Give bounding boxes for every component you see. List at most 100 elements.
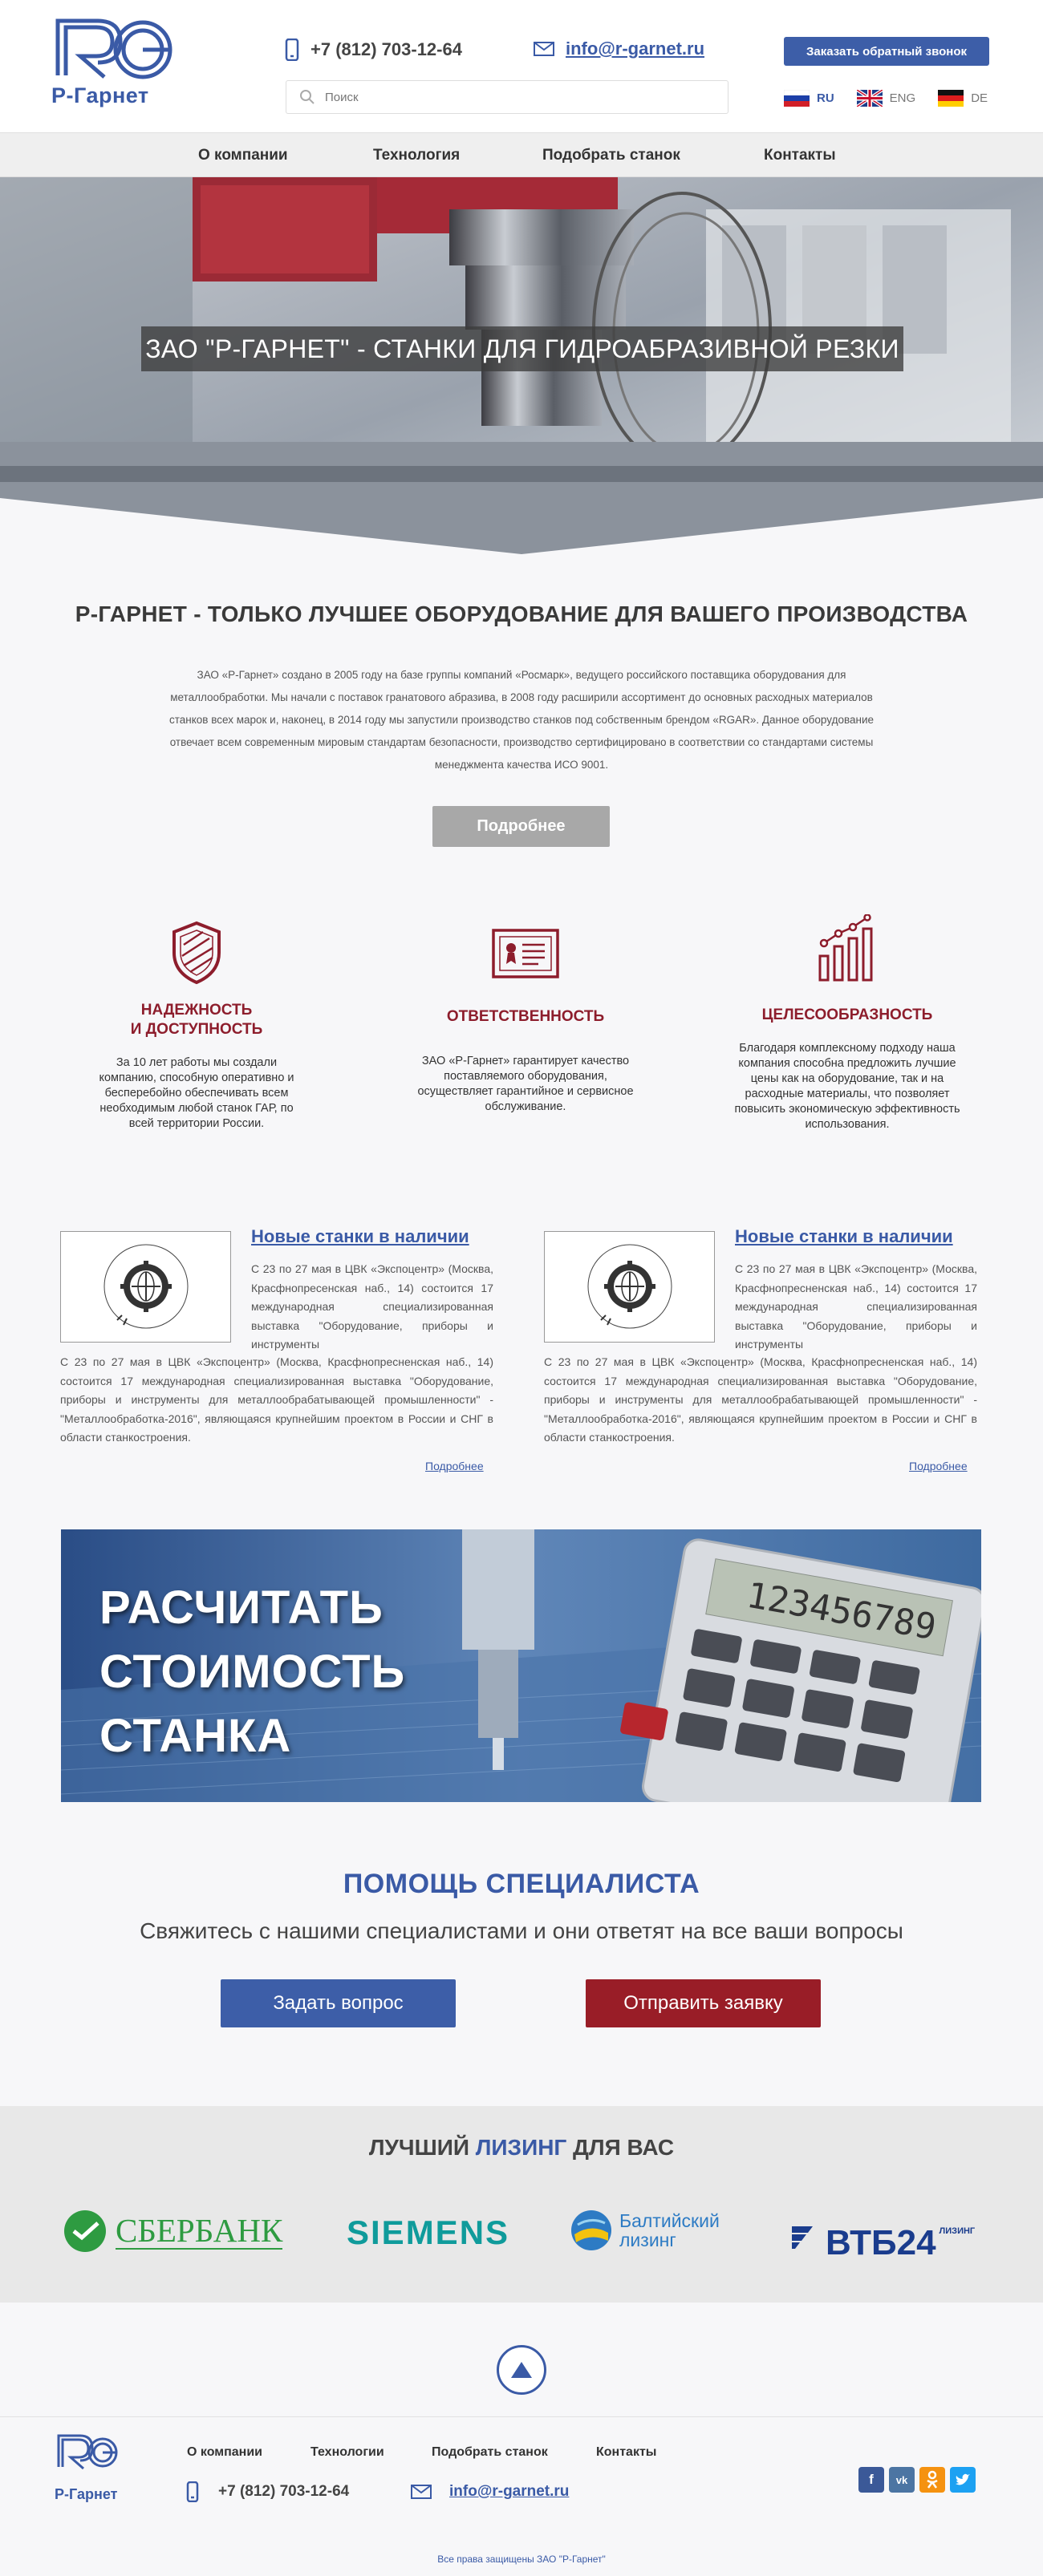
site-footer: Р-Гарнет О компании Технологии Подобрать… [0, 2416, 1043, 2576]
ok-glyph [927, 2470, 938, 2489]
flag-uk-icon [856, 90, 883, 107]
twitter-glyph [956, 2473, 970, 2485]
phone-icon [285, 38, 299, 61]
feature-title: НАДЕЖНОСТЬ И ДОСТУПНОСТЬ [76, 1001, 317, 1039]
hero-banner: ЗАО "Р-ГАРНЕТ" - СТАНКИ ДЛЯ ГИДРОАБРАЗИВ… [0, 177, 1043, 554]
feature-title: ОТВЕТСТВЕННОСТЬ [446, 1008, 605, 1025]
search-icon[interactable] [299, 89, 315, 105]
feature-title: ЦЕЛЕСООБРАЗНОСТЬ [761, 1007, 933, 1023]
help-title: ПОМОЩЬ СПЕЦИАЛИСТА [343, 1869, 700, 1899]
leasing-section: ЛУЧШИЙ ЛИЗИНГ ДЛЯ ВАС СБЕРБАНК SIEMENS Б… [0, 2106, 1043, 2303]
lang-eng-label: ENG [889, 91, 916, 105]
phone-icon [186, 2481, 199, 2502]
baltic-line1: Балтийский [619, 2210, 720, 2231]
footer-nav-select-machine[interactable]: Подобрать станок [432, 2445, 548, 2460]
news-image[interactable] [544, 1231, 715, 1343]
sberbank-text: СБЕРБАНК [116, 2212, 283, 2250]
flag-ru-icon [784, 90, 810, 107]
intro-title: Р-ГАРНЕТ - ТОЛЬКО ЛУЧШЕЕ ОБОРУДОВАНИЕ ДЛ… [75, 601, 968, 626]
facebook-icon[interactable]: f [858, 2467, 884, 2493]
hero-title: ЗАО "Р-ГАРНЕТ" - СТАНКИ ДЛЯ ГИДРОАБРАЗИВ… [141, 326, 903, 371]
search-input[interactable] [325, 90, 710, 104]
vk-icon[interactable]: vk [889, 2467, 915, 2493]
partner-vtb24[interactable]: ВТБ24 ЛИЗИНГ [790, 2210, 975, 2263]
footer-nav-contacts[interactable]: Контакты [596, 2445, 656, 2460]
lang-eng[interactable]: ENG [856, 90, 916, 107]
vtb-leasing-text: ЛИЗИНГ [939, 2226, 976, 2236]
site-header: Р-Гарнет +7 (812) 703-12-64 info@r-garne… [0, 0, 1043, 132]
calculate-cost-text: РАСЧИТАТЬ СТОИМОСТЬ СТАНКА [99, 1576, 405, 1768]
lang-ru-label: RU [817, 91, 834, 105]
callback-button[interactable]: Заказать обратный звонок [784, 37, 989, 66]
partner-baltic-leasing[interactable]: Балтийский лизинг [570, 2209, 720, 2252]
feature-text: ЗАО «Р-Гарнет» гарантирует качество пост… [417, 1055, 634, 1113]
exhibition-logo-icon [103, 1244, 189, 1329]
feature-title-line2: И ДОСТУПНОСТЬ [130, 1021, 263, 1038]
footer-logo[interactable] [55, 2433, 120, 2483]
partner-sberbank[interactable]: СБЕРБАНК [63, 2209, 283, 2254]
language-switcher: RU ENG DE [784, 90, 1010, 107]
footer-nav-about[interactable]: О компании [187, 2445, 262, 2460]
siemens-text: SIEMENS [347, 2213, 510, 2251]
leasing-title: ЛУЧШИЙ ЛИЗИНГ ДЛЯ ВАС [0, 2135, 1043, 2161]
feature-reliability: НАДЕЖНОСТЬ И ДОСТУПНОСТЬ За 10 лет работ… [76, 921, 317, 1132]
lang-de[interactable]: DE [938, 90, 988, 107]
news-more-link[interactable]: Подробнее [909, 1460, 968, 1472]
partner-siemens[interactable]: SIEMENS [347, 2213, 509, 2252]
footer-nav-technologies[interactable]: Технологии [310, 2445, 384, 2460]
vtb-logo-icon [792, 2226, 813, 2249]
footer-email[interactable]: info@r-garnet.ru [411, 2483, 569, 2501]
nav-technology[interactable]: Технология [373, 147, 460, 164]
sberbank-logo-icon [64, 2210, 106, 2252]
mail-icon [534, 42, 554, 56]
feature-title-line1: НАДЕЖНОСТЬ [140, 1002, 253, 1019]
email-link[interactable]: info@r-garnet.ru [566, 38, 704, 59]
twitter-icon[interactable] [950, 2467, 976, 2493]
news-item: Новые станки в наличии С 23 по 27 мая в … [60, 1226, 493, 1472]
nav-select-machine[interactable]: Подобрать станок [542, 147, 680, 164]
phone-text: +7 (812) 703-12-64 [310, 39, 462, 59]
send-request-button[interactable]: Отправить заявку [586, 1979, 821, 2027]
news-item: Новые станки в наличии С 23 по 27 мая в … [544, 1226, 977, 1472]
mail-icon [411, 2485, 432, 2499]
search-box[interactable] [286, 80, 728, 114]
nav-about[interactable]: О компании [198, 147, 288, 164]
vtb-text: ВТБ24 [826, 2223, 936, 2262]
baltic-leasing-text: Балтийский лизинг [619, 2211, 720, 2250]
news-image[interactable] [60, 1231, 231, 1343]
calc-line3: СТАНКА [99, 1710, 292, 1762]
news-text: С 23 по 27 мая в ЦВК «Экспоцентр» (Москв… [735, 1262, 977, 1351]
feature-responsibility: ОТВЕТСТВЕННОСТЬ ЗАО «Р-Гарнет» гарантиру… [405, 929, 646, 1115]
footer-phone-text: +7 (812) 703-12-64 [218, 2483, 350, 2500]
ask-question-button[interactable]: Задать вопрос [221, 1979, 456, 2027]
calculate-cost-banner[interactable]: 123456789 РАСЧИТАТЬ СТОИМОСТЬ СТАНКА [61, 1529, 981, 1802]
news-title[interactable]: Новые станки в наличии [251, 1226, 469, 1247]
header-email[interactable]: info@r-garnet.ru [534, 38, 704, 59]
footer-email-link[interactable]: info@r-garnet.ru [449, 2483, 569, 2501]
flag-de-icon [938, 90, 964, 107]
logo-text: Р-Гарнет [51, 83, 149, 107]
baltic-leasing-logo-icon [571, 2210, 611, 2250]
news-text: С 23 по 27 мая в ЦВК «Экспоцентр» (Москв… [251, 1262, 493, 1351]
feature-text: Благодаря комплексному подходу наша комп… [734, 1042, 960, 1131]
lang-ru[interactable]: RU [784, 90, 834, 107]
header-phone[interactable]: +7 (812) 703-12-64 [285, 38, 462, 61]
baltic-line2: лизинг [619, 2230, 676, 2250]
news-title[interactable]: Новые станки в наличии [735, 1226, 953, 1247]
leasing-title-highlight: ЛИЗИНГ [475, 2135, 567, 2160]
nav-contacts[interactable]: Контакты [764, 147, 836, 164]
growth-chart-icon [818, 914, 873, 982]
intro-text: ЗАО «Р-Гарнет» создано в 2005 году на ба… [168, 669, 874, 771]
leasing-title-pre: ЛУЧШИЙ [368, 2135, 476, 2160]
lang-de-label: DE [971, 91, 988, 105]
main-nav: О компании Технология Подобрать станок К… [0, 132, 1043, 177]
scroll-to-top-button[interactable] [497, 2345, 546, 2395]
intro-more-button[interactable]: Подробнее [432, 806, 610, 847]
news-more-link[interactable]: Подробнее [425, 1460, 484, 1472]
copyright: Все права защищены ЗАО "Р-Гарнет" [437, 2554, 606, 2565]
footer-logo-text: Р-Гарнет [55, 2486, 118, 2502]
footer-phone[interactable]: +7 (812) 703-12-64 [186, 2481, 349, 2502]
help-subtitle: Свяжитесь с нашими специалистами и они о… [140, 1918, 903, 1943]
odnoklassniki-icon[interactable] [919, 2467, 945, 2493]
shield-icon [172, 921, 221, 985]
